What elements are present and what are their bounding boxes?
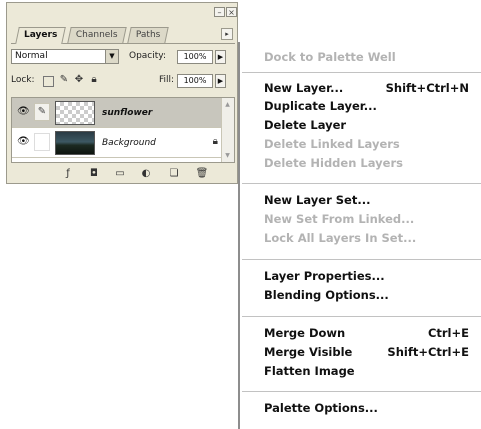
menu-separator bbox=[242, 316, 481, 317]
scroll-up-icon[interactable]: ▲ bbox=[223, 100, 232, 109]
lock-icon: 🔒︎ bbox=[212, 136, 218, 147]
menu-item-label: Lock All Layers In Set... bbox=[264, 231, 417, 245]
layer-name: Background bbox=[102, 138, 156, 148]
menu-item-layer-properties[interactable]: Layer Properties... bbox=[264, 267, 469, 285]
blend-mode-select[interactable]: Normal ▼ bbox=[11, 49, 119, 64]
chevron-down-icon: ▼ bbox=[105, 50, 118, 63]
fill-slider-button[interactable]: ▶ bbox=[215, 74, 226, 88]
menu-item-flatten-image[interactable]: Flatten Image bbox=[264, 362, 469, 380]
menu-item-label: Blending Options... bbox=[264, 288, 389, 302]
menu-item-label: Layer Properties... bbox=[264, 269, 385, 283]
menu-item-new-layer-set[interactable]: New Layer Set... bbox=[264, 191, 469, 209]
add-mask-icon[interactable]: ◘ bbox=[87, 167, 101, 181]
menu-item-label: Palette Options... bbox=[264, 401, 378, 415]
menu-item-label: Flatten Image bbox=[264, 364, 355, 378]
new-set-icon[interactable]: ▭ bbox=[113, 167, 127, 181]
menu-item-new-set-from-linked[interactable]: New Set From Linked... bbox=[264, 210, 469, 228]
fill-label: Fill: bbox=[159, 75, 175, 85]
menu-item-delete-layer[interactable]: Delete Layer bbox=[264, 116, 469, 134]
lock-row: Lock: ✎ ✥ 🔒︎ Fill: 100% ▶ bbox=[11, 73, 235, 89]
menu-item-shortcut: Shift+Ctrl+E bbox=[387, 345, 469, 359]
lock-label: Lock: bbox=[11, 75, 35, 85]
new-layer-icon[interactable]: ❏ bbox=[167, 167, 181, 181]
menu-item-new-layer[interactable]: New Layer... Shift+Ctrl+N bbox=[264, 79, 469, 97]
menu-item-label: Dock to Palette Well bbox=[264, 50, 396, 64]
menu-item-label: Delete Linked Layers bbox=[264, 137, 400, 151]
layer-style-icon[interactable]: ƒ bbox=[61, 167, 75, 181]
layer-row-background[interactable]: 👁︎ Background 🔒︎ bbox=[12, 128, 222, 158]
lock-move-icon[interactable]: ✥ bbox=[74, 74, 84, 85]
brush-icon[interactable]: ✎ bbox=[34, 103, 50, 121]
menu-separator bbox=[242, 391, 481, 392]
palette-tabs: Paths Channels Layers bbox=[11, 27, 235, 44]
adjustment-layer-icon[interactable]: ◐ bbox=[139, 167, 153, 181]
lock-paint-icon[interactable]: ✎ bbox=[59, 74, 69, 85]
menu-item-palette-options[interactable]: Palette Options... bbox=[264, 399, 469, 417]
menu-item-duplicate-layer[interactable]: Duplicate Layer... bbox=[264, 97, 469, 115]
layer-thumbnail bbox=[55, 131, 95, 155]
menu-item-label: Merge Down bbox=[264, 326, 346, 340]
layers-palette: – × Paths Channels Layers ▸ Normal ▼ Opa… bbox=[6, 2, 238, 184]
menu-item-shortcut: Shift+Ctrl+N bbox=[385, 81, 469, 95]
eye-icon[interactable]: 👁︎ bbox=[17, 107, 30, 117]
palette-bottom-bar: ƒ ◘ ▭ ◐ ❏ 🗑︎ bbox=[11, 166, 235, 182]
menu-item-shortcut: Ctrl+E bbox=[427, 326, 469, 340]
menu-separator bbox=[242, 72, 481, 73]
tab-channels[interactable]: Channels bbox=[67, 27, 127, 43]
blend-mode-value: Normal bbox=[15, 51, 48, 61]
opacity-field[interactable]: 100% bbox=[177, 50, 213, 64]
layer-row-sunflower[interactable]: 👁︎ ✎ sunflower bbox=[12, 98, 222, 128]
palette-titlebar[interactable]: – × bbox=[7, 3, 237, 25]
menu-item-merge-down[interactable]: Merge Down Ctrl+E bbox=[264, 324, 469, 342]
menu-item-blending-options[interactable]: Blending Options... bbox=[264, 286, 469, 304]
menu-item-label: Delete Layer bbox=[264, 118, 347, 132]
menu-item-label: Duplicate Layer... bbox=[264, 99, 377, 113]
menu-item-label: New Set From Linked... bbox=[264, 212, 415, 226]
layer-thumbnail bbox=[55, 101, 95, 125]
menu-item-label: Delete Hidden Layers bbox=[264, 156, 403, 170]
menu-item-dock-to-palette-well[interactable]: Dock to Palette Well bbox=[264, 48, 469, 66]
menu-item-label: Merge Visible bbox=[264, 345, 353, 359]
menu-item-delete-hidden-layers[interactable]: Delete Hidden Layers bbox=[264, 154, 469, 172]
trash-icon[interactable]: 🗑︎ bbox=[195, 167, 209, 181]
opacity-label: Opacity: bbox=[129, 51, 166, 61]
menu-item-delete-linked-layers[interactable]: Delete Linked Layers bbox=[264, 135, 469, 153]
close-button[interactable]: × bbox=[226, 7, 237, 17]
link-slot[interactable] bbox=[34, 133, 50, 151]
layers-scrollbar[interactable]: ▲ ▼ bbox=[221, 98, 234, 162]
menu-separator bbox=[242, 183, 481, 184]
blend-row: Normal ▼ Opacity: 100% ▶ bbox=[11, 49, 235, 65]
layers-palette-menu: Dock to Palette Well New Layer... Shift+… bbox=[238, 42, 481, 429]
tab-layers[interactable]: Layers bbox=[15, 27, 67, 44]
minimize-button[interactable]: – bbox=[214, 7, 225, 17]
palette-menu-button[interactable]: ▸ bbox=[221, 28, 233, 40]
layers-list: 👁︎ ✎ sunflower 👁︎ Background 🔒︎ ▲ ▼ bbox=[11, 97, 235, 163]
menu-item-lock-all-layers-in-set[interactable]: Lock All Layers In Set... bbox=[264, 229, 469, 247]
menu-item-label: New Layer Set... bbox=[264, 193, 371, 207]
tab-paths[interactable]: Paths bbox=[127, 27, 170, 43]
lock-all-icon[interactable]: 🔒︎ bbox=[89, 74, 99, 85]
eye-icon[interactable]: 👁︎ bbox=[17, 137, 30, 147]
layer-name: sunflower bbox=[102, 108, 153, 118]
fill-field[interactable]: 100% bbox=[177, 74, 213, 88]
scroll-down-icon[interactable]: ▼ bbox=[223, 151, 232, 160]
lock-transparent-icon[interactable] bbox=[43, 76, 54, 87]
opacity-slider-button[interactable]: ▶ bbox=[215, 50, 226, 64]
menu-item-label: New Layer... bbox=[264, 81, 344, 95]
menu-separator bbox=[242, 259, 481, 260]
menu-item-merge-visible[interactable]: Merge Visible Shift+Ctrl+E bbox=[264, 343, 469, 361]
